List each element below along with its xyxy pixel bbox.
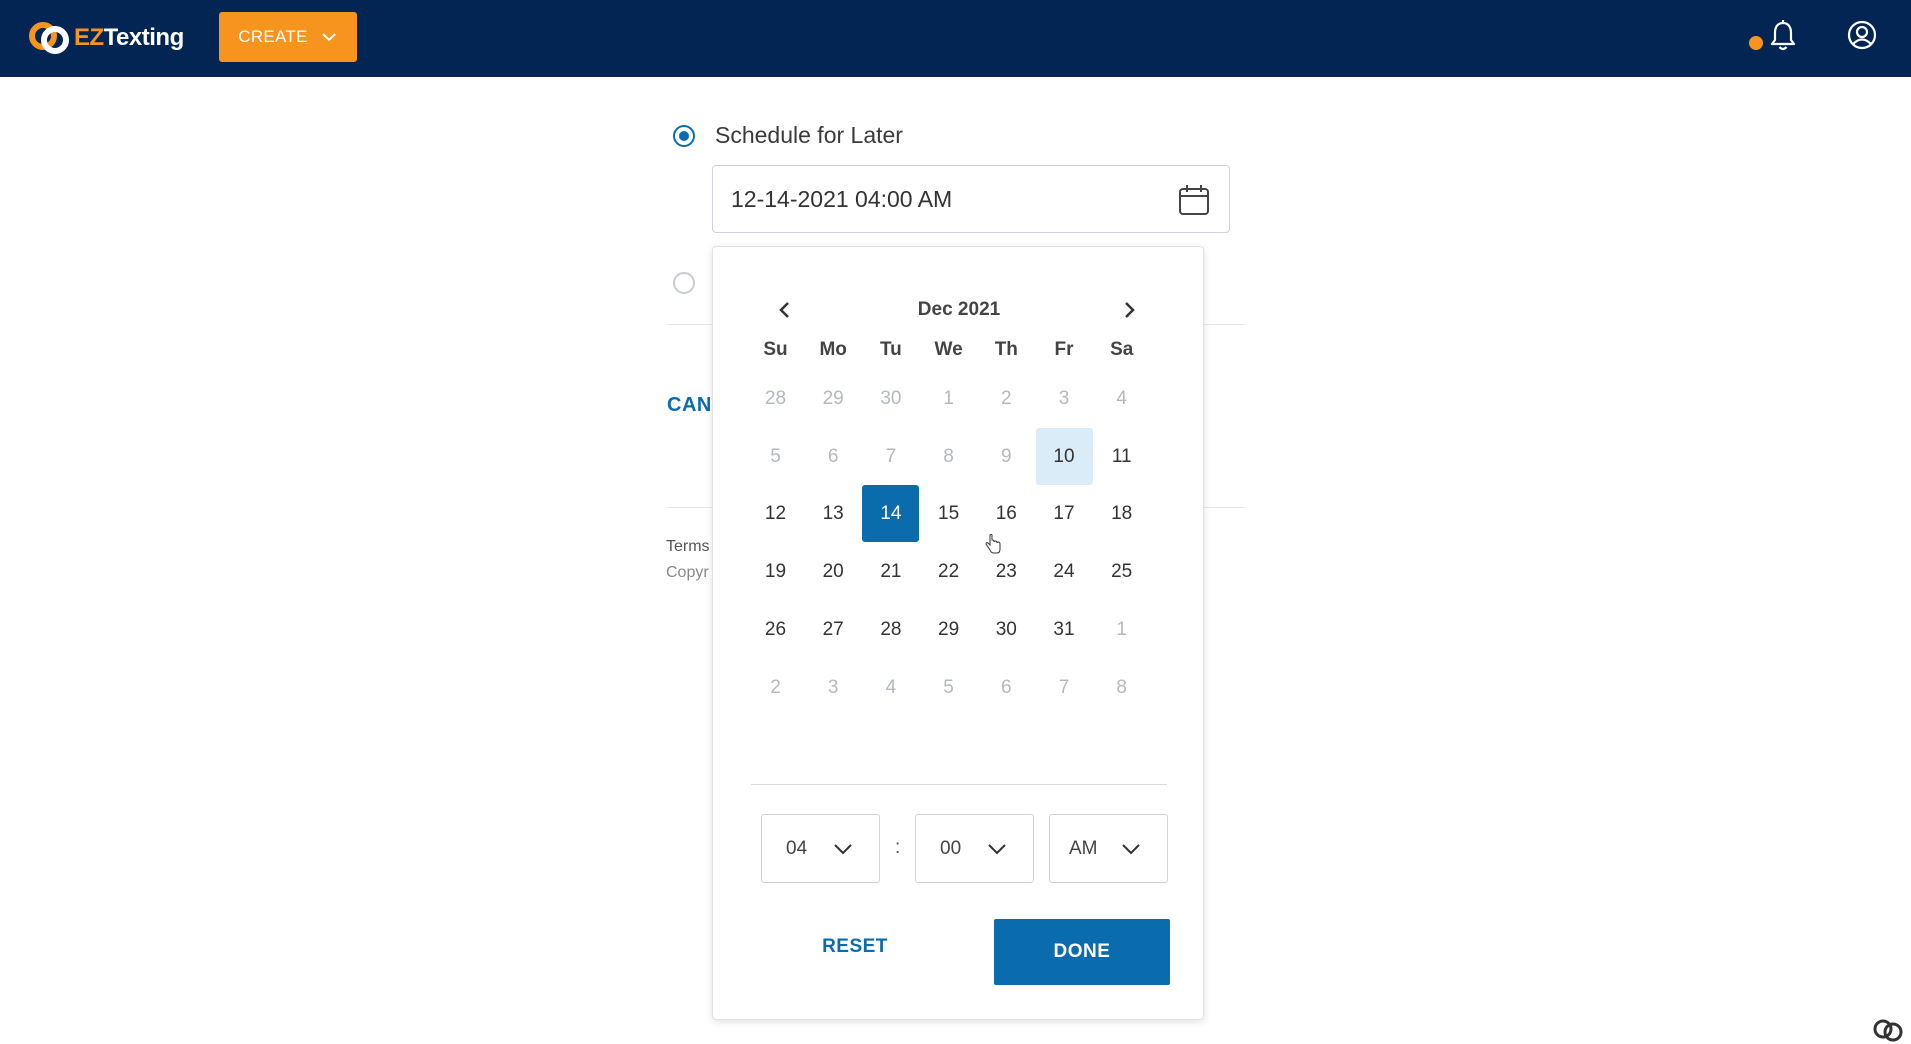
top-navigation-bar: EZTexting CREATE: [0, 0, 1911, 77]
calendar-day[interactable]: 5: [747, 428, 804, 485]
calendar-day[interactable]: 1: [1093, 601, 1150, 658]
weekday-header: Th: [994, 339, 1018, 360]
calendar-day[interactable]: 27: [805, 601, 862, 658]
calendar-day[interactable]: 6: [978, 659, 1035, 716]
chevron-down-icon: [988, 844, 1006, 855]
calendar-day[interactable]: 26: [747, 601, 804, 658]
calendar-day[interactable]: 1: [920, 370, 977, 427]
schedule-later-radio[interactable]: [673, 125, 695, 147]
calendar-day[interactable]: 4: [862, 659, 919, 716]
minute-value: 00: [940, 838, 962, 859]
date-picker-popup: Dec 2021 Su Mo Tu We Th Fr Sa 28 29 30 1 2 3 4 5 6 7 8 9 10…: [712, 246, 1204, 1020]
alternate-option-radio[interactable]: [673, 272, 695, 294]
calendar-day[interactable]: 22: [920, 543, 977, 600]
terms-link[interactable]: Terms: [666, 538, 714, 556]
calendar-day[interactable]: 12: [747, 485, 804, 542]
calendar-day[interactable]: 7: [1036, 659, 1093, 716]
weekday-header: Su: [763, 339, 788, 360]
chevron-down-icon: [1122, 844, 1140, 855]
calendar-day[interactable]: 24: [1036, 543, 1093, 600]
weekday-header: Sa: [1110, 339, 1134, 360]
time-separator: :: [895, 837, 901, 858]
ampm-value: AM: [1069, 838, 1098, 859]
account-icon[interactable]: [1846, 19, 1878, 51]
calendar-day[interactable]: 8: [1093, 659, 1150, 716]
create-button[interactable]: CREATE: [219, 12, 357, 62]
bell-icon[interactable]: [1768, 19, 1798, 53]
weekday-header: Fr: [1054, 339, 1074, 360]
calendar-day-selected[interactable]: 14: [862, 485, 920, 543]
cancel-link[interactable]: CANC: [667, 394, 717, 417]
calendar-day[interactable]: 15: [920, 485, 977, 542]
hour-select[interactable]: 04: [761, 814, 880, 883]
eztexting-logo-icon: [29, 22, 69, 54]
chevron-down-icon: [834, 844, 852, 855]
weekday-header: We: [934, 339, 963, 360]
schedule-date-input[interactable]: 12-14-2021 04:00 AM: [712, 165, 1230, 233]
calendar-day[interactable]: 4: [1093, 370, 1150, 427]
calendar-day[interactable]: 19: [747, 543, 804, 600]
weekday-header: Tu: [879, 339, 902, 360]
calendar-day[interactable]: 3: [805, 659, 862, 716]
calendar-day[interactable]: 30: [862, 370, 919, 427]
calendar-day[interactable]: 28: [862, 601, 919, 658]
calendar-day[interactable]: 30: [978, 601, 1035, 658]
calendar-day[interactable]: 13: [805, 485, 862, 542]
calendar-day[interactable]: 6: [805, 428, 862, 485]
calendar-day[interactable]: 5: [920, 659, 977, 716]
calendar-day[interactable]: 2: [978, 370, 1035, 427]
calendar-day[interactable]: 7: [862, 428, 919, 485]
eztexting-logo[interactable]: EZTexting: [28, 19, 184, 57]
calendar-day[interactable]: 2: [747, 659, 804, 716]
copyright-text: Copyr: [666, 564, 709, 581]
calendar-day[interactable]: 3: [1036, 370, 1093, 427]
calendar-day[interactable]: 11: [1093, 428, 1150, 485]
ampm-select[interactable]: AM: [1049, 814, 1168, 883]
calendar-day[interactable]: 28: [747, 370, 804, 427]
calendar-day-today[interactable]: 10: [1035, 427, 1093, 485]
calendar-day[interactable]: 29: [920, 601, 977, 658]
eztexting-watermark-icon: [1873, 1019, 1903, 1042]
next-month-icon[interactable]: [1116, 297, 1142, 323]
weekday-header: Mo: [819, 339, 847, 360]
calendar-day[interactable]: 17: [1036, 485, 1093, 542]
hand-cursor-icon: [985, 534, 1001, 554]
done-button[interactable]: DONE: [994, 919, 1170, 985]
hour-value: 04: [786, 838, 808, 859]
logo-text: EZTexting: [74, 24, 184, 51]
create-button-label: CREATE: [238, 27, 308, 46]
calendar-day[interactable]: 9: [978, 428, 1035, 485]
reset-button[interactable]: RESET: [795, 925, 915, 969]
calendar-icon[interactable]: [1177, 183, 1211, 217]
calendar-day[interactable]: 29: [805, 370, 862, 427]
calendar-day[interactable]: 8: [920, 428, 977, 485]
schedule-later-label: Schedule for Later: [715, 122, 903, 148]
calendar-day[interactable]: 31: [1036, 601, 1093, 658]
calendar-day[interactable]: 20: [805, 543, 862, 600]
chevron-down-icon: [322, 33, 336, 42]
calendar-day[interactable]: 25: [1093, 543, 1150, 600]
time-divider: [751, 784, 1167, 785]
calendar-day[interactable]: 21: [862, 543, 919, 600]
minute-select[interactable]: 00: [915, 814, 1034, 883]
notification-indicator: [1749, 36, 1763, 50]
calendar-day[interactable]: 18: [1093, 485, 1150, 542]
